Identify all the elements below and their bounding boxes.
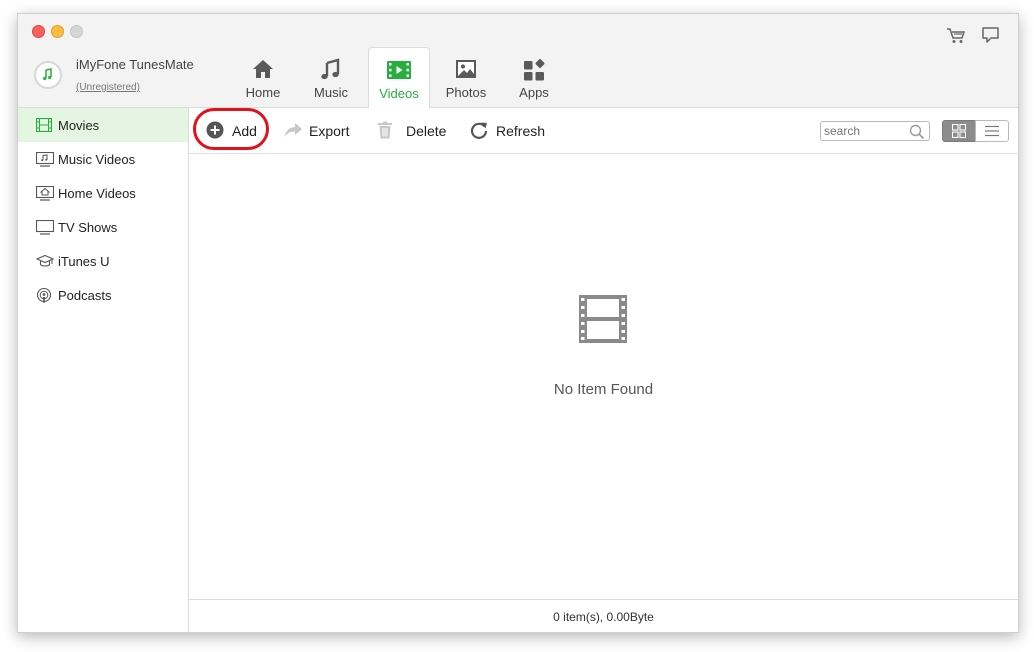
list-view-icon (985, 125, 999, 137)
home-icon (253, 60, 273, 78)
sidebar-item-label: Home Videos (58, 186, 136, 201)
title-bar: iMyFone TunesMate (Unregistered) Home Mu… (18, 14, 1018, 109)
sidebar-item-music-videos[interactable]: Music Videos (18, 142, 188, 176)
grid-view-button[interactable] (942, 120, 976, 142)
tab-music[interactable]: Music (301, 47, 361, 107)
status-bar: 0 item(s), 0.00Byte (189, 599, 1018, 632)
tab-label: Photos (445, 85, 487, 100)
tab-photos[interactable]: Photos (436, 47, 496, 107)
tv-icon (36, 220, 54, 235)
graduation-cap-icon (36, 254, 54, 267)
toolbar: Add Export Delete Refresh (189, 108, 1018, 154)
app-name: iMyFone TunesMate (76, 57, 194, 72)
sidebar-item-label: Movies (58, 118, 100, 133)
export-button[interactable]: Export (283, 108, 353, 153)
tab-label: Music (314, 85, 348, 100)
tab-home[interactable]: Home (233, 47, 293, 107)
tab-apps[interactable]: Apps (504, 47, 564, 107)
tab-videos[interactable]: Videos (368, 47, 430, 109)
apps-grid-icon (524, 58, 545, 81)
tab-label: Videos (379, 86, 419, 101)
app-window: iMyFone TunesMate (Unregistered) Home Mu… (17, 13, 1019, 633)
export-arrow-icon (284, 123, 302, 137)
delete-button[interactable]: Delete (376, 108, 451, 153)
empty-message: No Item Found (553, 381, 654, 398)
empty-film-icon (579, 295, 627, 343)
sidebar-item-podcasts[interactable]: Podcasts (18, 278, 188, 312)
app-logo (34, 61, 62, 89)
search-input[interactable] (824, 123, 904, 139)
tab-label: Apps (519, 85, 549, 100)
delete-label: Delete (406, 123, 447, 139)
home-video-icon (36, 186, 54, 201)
close-window-button[interactable] (32, 25, 45, 38)
film-strip-icon (36, 118, 52, 132)
refresh-label: Refresh (496, 123, 546, 139)
sidebar-item-home-videos[interactable]: Home Videos (18, 176, 188, 210)
sidebar-item-label: Music Videos (58, 152, 136, 167)
cart-icon[interactable] (945, 24, 967, 46)
zoom-window-button[interactable] (70, 25, 83, 38)
music-note-icon (321, 58, 340, 80)
status-summary: 0 item(s), 0.00Byte (553, 610, 654, 624)
refresh-icon (470, 122, 488, 139)
feedback-icon[interactable] (980, 24, 1002, 46)
picture-icon (456, 60, 476, 78)
grid-view-icon (952, 124, 966, 138)
export-label: Export (309, 123, 350, 139)
add-label: Add (232, 123, 257, 139)
search-box[interactable] (820, 121, 930, 141)
add-button[interactable]: Add (206, 108, 266, 153)
minimize-window-button[interactable] (51, 25, 64, 38)
music-video-icon (36, 152, 54, 167)
add-circle-icon (206, 121, 224, 139)
sidebar-item-movies[interactable]: Movies (18, 108, 188, 142)
podcast-icon (36, 288, 52, 303)
sidebar-item-label: TV Shows (58, 220, 118, 235)
film-icon (387, 61, 411, 79)
list-view-button[interactable] (975, 120, 1009, 142)
sidebar-item-label: iTunes U (58, 254, 110, 269)
sidebar-item-tv-shows[interactable]: TV Shows (18, 210, 188, 244)
search-icon[interactable] (909, 124, 925, 140)
refresh-button[interactable]: Refresh (470, 108, 550, 153)
sidebar-item-itunes-u[interactable]: iTunes U (18, 244, 188, 278)
tab-label: Home (245, 85, 281, 100)
sidebar-item-label: Podcasts (58, 288, 112, 303)
registration-link[interactable]: (Unregistered) (76, 82, 140, 93)
sidebar: Movies Music Videos Home Videos TV Shows… (18, 108, 189, 632)
content-area: No Item Found (189, 154, 1018, 599)
trash-icon (378, 121, 392, 139)
